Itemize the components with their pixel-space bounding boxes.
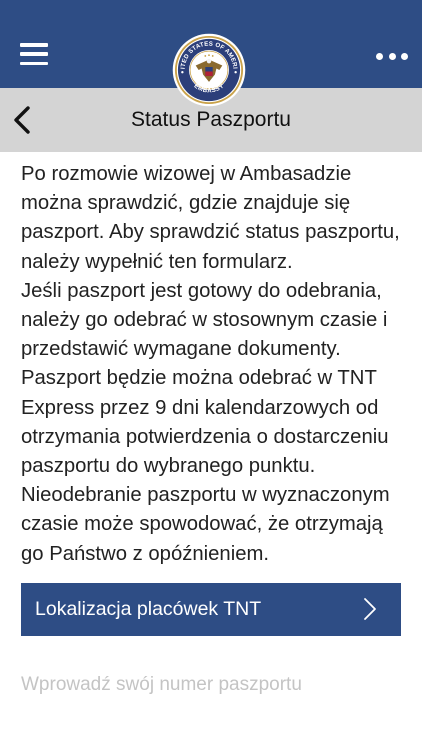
- tnt-locations-label: Lokalizacja placówek TNT: [35, 597, 262, 620]
- tnt-locations-button[interactable]: Lokalizacja placówek TNT: [21, 582, 401, 636]
- passport-number-input[interactable]: [21, 673, 401, 696]
- intro-paragraph: Jeśli paszport jest gotowy do odebrania,…: [21, 279, 388, 361]
- chevron-right-icon: [364, 598, 376, 621]
- page-title: Status Paszportu: [131, 108, 291, 131]
- intro-paragraph: Paszport będzie można odebrać w TNT Expr…: [21, 367, 389, 478]
- hamburger-icon[interactable]: [20, 43, 48, 65]
- intro-paragraph: Nieodebranie paszportu w wyznaczonym cza…: [21, 484, 390, 565]
- embassy-seal-icon: UNITED STATES OF AMERICA EMBASSY: [172, 33, 246, 107]
- app-bar: UNITED STATES OF AMERICA EMBASSY: [0, 0, 422, 107]
- intro-text: Po rozmowie wizowej w Ambasadzie można s…: [21, 160, 401, 569]
- more-horizontal-icon[interactable]: [376, 52, 408, 60]
- intro-paragraph: Po rozmowie wizowej w Ambasadzie można s…: [21, 163, 400, 273]
